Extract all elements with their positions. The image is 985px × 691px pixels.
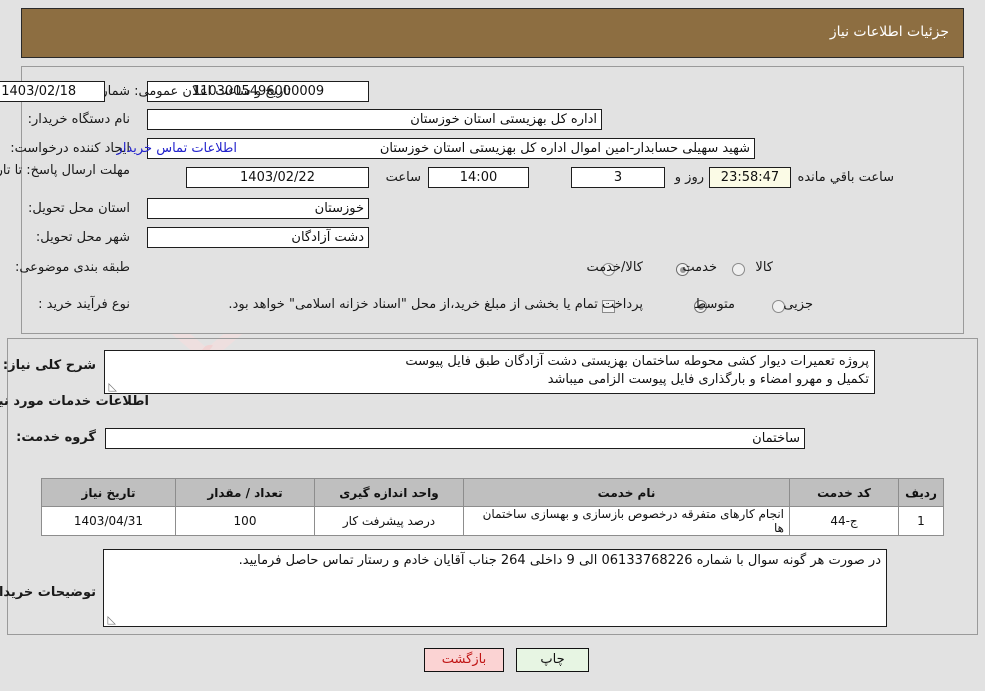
buyer-notes-textarea[interactable]: در صورت هر گونه سوال با شماره 0613376822… bbox=[103, 549, 887, 627]
deadline-date-field: 1403/02/22 bbox=[186, 167, 369, 188]
buyer-org-label: نام دستگاه خریدار: bbox=[27, 112, 130, 127]
cell-quantity: 100 bbox=[175, 506, 315, 536]
col-code: کد خدمت bbox=[789, 478, 899, 507]
buyer-org-field: اداره کل بهزیستی استان خوزستان bbox=[147, 109, 602, 130]
province-field: خوزستان bbox=[147, 198, 369, 219]
table-row: 1 ج-44 انجام کارهای متفرقه درخصوص بازساز… bbox=[41, 506, 944, 536]
process-option-jozii-label: جزیی bbox=[783, 297, 813, 312]
cell-radif: 1 bbox=[898, 506, 944, 536]
category-option-kala-label: کالا bbox=[755, 260, 773, 275]
description-textarea[interactable]: پروژه تعمیرات دیوار کشی محوطه ساختمان به… bbox=[104, 350, 875, 394]
public-announce-label: تاریخ و ساعت اعلان عمومی: bbox=[134, 84, 291, 99]
deadline-time-field: 14:00 bbox=[428, 167, 529, 188]
description-line-2: تکمیل و مهرو امضاء و بارگذاری فایل پیوست… bbox=[547, 372, 869, 387]
services-section-title: اطلاعات خدمات مورد نیاز bbox=[0, 394, 149, 409]
resize-handle-icon[interactable]: ◺ bbox=[107, 381, 117, 392]
deadline-label: مهلت ارسال پاسخ: تا تاریخ: bbox=[0, 163, 130, 178]
cell-code: ج-44 bbox=[789, 506, 899, 536]
description-line-1: پروژه تعمیرات دیوار کشی محوطه ساختمان به… bbox=[405, 354, 869, 369]
deadline-hour-label: ساعت bbox=[385, 170, 421, 185]
category-option-khedmat-label: خدمت bbox=[682, 260, 717, 275]
category-option-kala-khedmat-label: کالا/خدمت bbox=[586, 260, 643, 275]
col-date: تاریخ نیاز bbox=[41, 478, 176, 507]
service-group-field: ساختمان bbox=[105, 428, 805, 449]
cell-date: 1403/04/31 bbox=[41, 506, 176, 536]
treasury-checkbox-label: پرداخت تمام یا بخشی از مبلغ خرید،از محل … bbox=[228, 297, 643, 312]
countdown-field: 23:58:47 bbox=[709, 167, 791, 188]
resize-handle-icon-notes[interactable]: ◺ bbox=[106, 614, 116, 625]
page-header: جزئیات اطلاعات نیاز bbox=[21, 8, 964, 58]
requester-field: شهید سهیلی حسابدار-امین اموال اداره کل ب… bbox=[147, 138, 755, 159]
col-name: نام خدمت bbox=[463, 478, 790, 507]
buyer-contact-link[interactable]: اطلاعات تماس خریدار bbox=[117, 141, 237, 156]
col-radif: ردیف bbox=[898, 478, 944, 507]
process-option-motavaset-label: متوسط bbox=[694, 297, 735, 312]
remaining-days-field: 3 bbox=[571, 167, 665, 188]
cell-unit: درصد پیشرفت کار bbox=[314, 506, 464, 536]
page-root: ✓ AriaTender.net جزئیات اطلاعات نیاز شما… bbox=[0, 0, 985, 691]
page-title: جزئیات اطلاعات نیاز bbox=[829, 24, 949, 40]
province-label: استان محل تحویل: bbox=[28, 201, 130, 216]
countdown-label: ساعت باقي مانده bbox=[797, 170, 894, 185]
public-announce-field: 1403/02/18 - 13:49 bbox=[0, 81, 105, 102]
remaining-days-label: روز و bbox=[674, 170, 704, 185]
description-label: شرح کلی نیاز: bbox=[2, 358, 96, 373]
print-button[interactable]: چاپ bbox=[516, 648, 589, 672]
city-field: دشت آزادگان bbox=[147, 227, 369, 248]
buyer-notes-label: توضیحات خریدار: bbox=[0, 585, 96, 600]
city-label: شهر محل تحویل: bbox=[35, 230, 130, 245]
services-table: ردیف کد خدمت نام خدمت واحد اندازه گیری ت… bbox=[41, 478, 944, 536]
category-radio-kala[interactable] bbox=[732, 263, 745, 276]
cell-name: انجام کارهای متفرقه درخصوص بازسازی و بهس… bbox=[463, 506, 790, 536]
col-unit: واحد اندازه گیری bbox=[314, 478, 464, 507]
service-group-label: گروه خدمت: bbox=[16, 430, 96, 445]
process-label: نوع فرآیند خرید : bbox=[38, 297, 130, 312]
col-quantity: تعداد / مقدار bbox=[175, 478, 315, 507]
category-label: طبقه بندی موضوعی: bbox=[14, 260, 130, 275]
back-button[interactable]: بازگشت bbox=[424, 648, 504, 672]
table-header-row: ردیف کد خدمت نام خدمت واحد اندازه گیری ت… bbox=[41, 478, 944, 507]
buyer-notes-text: در صورت هر گونه سوال با شماره 0613376822… bbox=[238, 553, 881, 568]
requester-label: ایجاد کننده درخواست: bbox=[10, 141, 130, 156]
